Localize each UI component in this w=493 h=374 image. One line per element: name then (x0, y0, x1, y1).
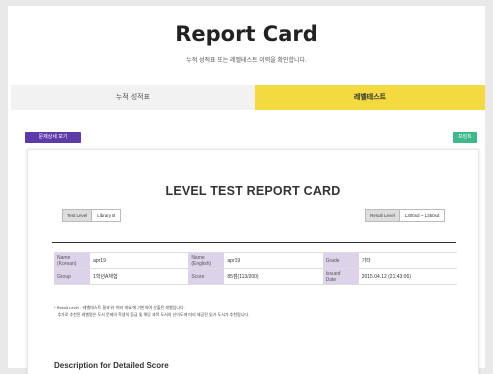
test-level-value: Library B (97, 213, 116, 218)
note-line-2: 추가로 추천된 레벨명은 도서 문제의 학생의 등급 및 해당 과목 도서의 난… (54, 312, 250, 317)
grade-label: Grade (322, 252, 359, 269)
table-row: Group 1학년A체험 Score 85점(113/200) Issued Da… (54, 268, 457, 285)
score-value: 85점(113/200) (224, 268, 323, 285)
tab-level-test[interactable]: 레벨테스트 (255, 85, 485, 110)
score-label: Score (188, 268, 225, 285)
name-korean-label: Name (Korean) (54, 252, 91, 269)
table-row: Name (Korean) apr19 Name (English) apr19 G… (54, 252, 457, 269)
name-english-label: Name (English) (188, 252, 225, 269)
name-korean-value: apr19 (90, 252, 189, 269)
group-label: Group (54, 268, 91, 285)
result-level-note: * Result Level : '레벨테스트 결과'와 '여러 개요'에 기반… (54, 304, 249, 318)
name-english-value: apr19 (224, 252, 323, 269)
page-title: Report Card (175, 22, 318, 46)
divider (52, 242, 456, 244)
report-page: Report Card 누적 성적표 또는 레벨테스트 이력을 확인합니다. 누… (8, 6, 485, 374)
tab-bar: 누적 성적표 레벨테스트 (11, 85, 485, 110)
result-level-box: Result Level L300xd ~ L350xd (365, 209, 446, 222)
tab-cumulative-report[interactable]: 누적 성적표 (11, 85, 255, 110)
note-line-1: * Result Level : '레벨테스트 결과'와 '여러 개요'에 기반… (54, 305, 185, 310)
group-value: 1학년A체험 (90, 268, 189, 285)
report-card-panel: LEVEL TEST REPORT CARD Test Level Librar… (27, 149, 479, 374)
issued-date-label: Issued Date (322, 268, 359, 285)
description-heading: Description for Detailed Score (54, 361, 169, 370)
detail-view-button[interactable]: 문제상세 보기 (25, 132, 81, 143)
test-level-box: Test Level Library B (62, 209, 122, 222)
result-level-label: Result Level (366, 210, 400, 221)
student-info-table: Name (Korean) apr19 Name (English) apr19 G… (54, 252, 457, 285)
page-subtitle: 누적 성적표 또는 레벨테스트 이력을 확인합니다. (186, 58, 307, 64)
result-level-value: L300xd ~ L350xd (404, 213, 440, 218)
issued-date-value: 2015.04.12 (21:43:06) (358, 268, 457, 285)
test-level-label: Test Level (63, 210, 93, 221)
grade-value: 기타 (358, 252, 457, 269)
print-button[interactable]: 프린트 (453, 132, 477, 143)
report-card-title: LEVEL TEST REPORT CARD (165, 184, 341, 198)
